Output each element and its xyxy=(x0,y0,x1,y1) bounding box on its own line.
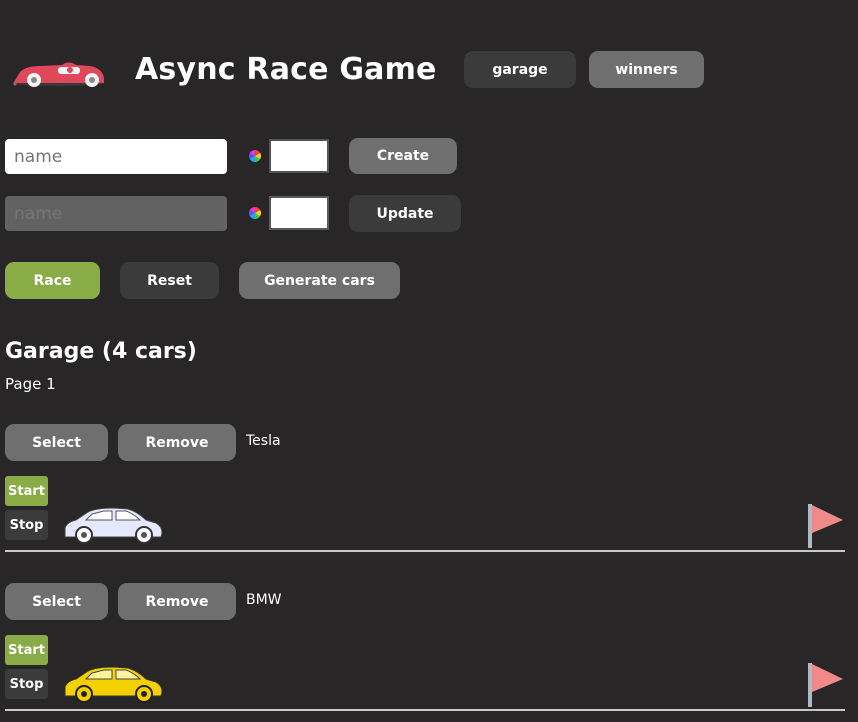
race-button[interactable]: Race xyxy=(5,262,100,299)
finish-flag-icon xyxy=(805,662,845,708)
page-number: Page 1 xyxy=(5,375,56,393)
create-color-picker[interactable] xyxy=(269,139,329,173)
car-name: BMW xyxy=(246,592,282,608)
remove-car-button[interactable]: Remove xyxy=(118,583,236,620)
race-track xyxy=(5,550,845,552)
start-engine-button[interactable]: Start xyxy=(5,476,48,506)
color-wheel-icon xyxy=(249,207,261,219)
remove-car-button[interactable]: Remove xyxy=(118,424,236,461)
start-engine-button[interactable]: Start xyxy=(5,635,48,665)
logo-car-icon xyxy=(6,56,106,90)
car-icon xyxy=(62,665,164,705)
nav-winners-button[interactable]: winners xyxy=(589,51,704,88)
update-button[interactable]: Update xyxy=(349,195,461,232)
garage-heading: Garage (4 cars) xyxy=(5,339,197,364)
car-icon xyxy=(62,506,164,546)
select-car-button[interactable]: Select xyxy=(5,583,108,620)
create-name-input[interactable] xyxy=(5,139,227,174)
color-wheel-icon xyxy=(249,150,261,162)
generate-cars-button[interactable]: Generate cars xyxy=(239,262,400,299)
page-title: Async Race Game xyxy=(135,52,437,87)
car-name: Tesla xyxy=(246,433,281,449)
select-car-button[interactable]: Select xyxy=(5,424,108,461)
nav-garage-button[interactable]: garage xyxy=(464,51,576,88)
reset-button[interactable]: Reset xyxy=(120,262,219,299)
update-name-input[interactable] xyxy=(5,196,227,231)
race-track xyxy=(5,709,845,711)
update-color-picker[interactable] xyxy=(269,196,329,230)
stop-engine-button[interactable]: Stop xyxy=(5,669,48,699)
stop-engine-button[interactable]: Stop xyxy=(5,510,48,540)
finish-flag-icon xyxy=(805,503,845,549)
create-button[interactable]: Create xyxy=(349,138,457,174)
